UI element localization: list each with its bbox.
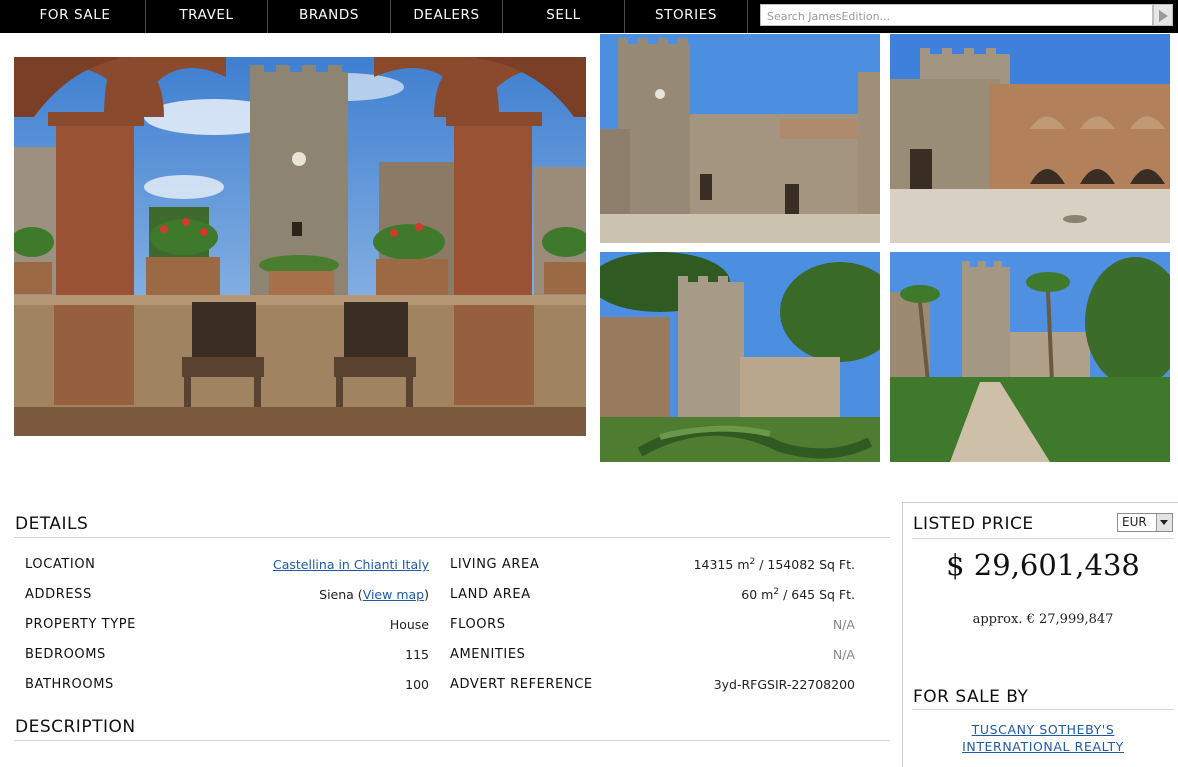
nav-for-sale[interactable]: FOR SALE [5, 0, 146, 33]
land-area-label: LAND AREA [450, 587, 531, 602]
photo-arcaded-courtyard[interactable] [890, 34, 1170, 243]
address-label: ADDRESS [25, 587, 92, 602]
search-input[interactable] [761, 6, 1158, 27]
floors-value: N/A [832, 617, 855, 632]
photo-palm-garden-path[interactable] [890, 252, 1170, 462]
property-type-value: House [389, 617, 429, 632]
address-value: Siena (View map) [319, 587, 429, 602]
currency-select[interactable]: EUR [1117, 513, 1173, 532]
top-navigation-bar: FOR SALE TRAVEL BRANDS DEALERS SELL STOR… [0, 0, 1178, 33]
seller-link-line2[interactable]: INTERNATIONAL REALTY [962, 739, 1124, 754]
living-area-label: LIVING AREA [450, 557, 540, 572]
for-sale-by-title: FOR SALE BY [913, 687, 1029, 707]
nav-travel[interactable]: TRAVEL [146, 0, 268, 33]
chevron-down-icon [1156, 514, 1172, 531]
location-label: LOCATION [25, 557, 96, 572]
play-arrow-icon [1159, 10, 1168, 22]
seller-link-line1[interactable]: TUSCANY SOTHEBY'S [972, 722, 1115, 737]
listed-price-title: LISTED PRICE [913, 514, 1034, 534]
description-divider [14, 740, 890, 741]
living-area-value: 14315 m2 / 154082 Sq Ft. [600, 557, 855, 572]
search-box [760, 4, 1158, 27]
advert-reference-label: ADVERT REFERENCE [450, 677, 593, 692]
description-title: DESCRIPTION [15, 717, 136, 737]
bedrooms-value: 115 [405, 647, 429, 662]
main-photo[interactable] [14, 57, 586, 436]
amenities-value: N/A [832, 647, 855, 662]
land-area-sqft: / 645 Sq Ft. [779, 587, 855, 603]
advert-reference-value: 3yd-RFGSIR-22708200 [713, 677, 855, 692]
nav-stories[interactable]: STORIES [625, 0, 748, 33]
price-approx: approx. € 27,999,847 [972, 612, 1114, 627]
nav-dealers[interactable]: DEALERS [391, 0, 503, 33]
bathrooms-label: BATHROOMS [25, 677, 114, 692]
living-area-number: 14315 m [693, 557, 750, 573]
seller-divider [912, 709, 1174, 710]
details-divider [14, 537, 890, 538]
seller-name: TUSCANY SOTHEBY'S INTERNATIONAL REALTY [912, 721, 1174, 755]
floors-label: FLOORS [450, 617, 506, 632]
price-amount: $ 29,601,438 [946, 548, 1140, 582]
photo-tower-garden[interactable] [600, 252, 880, 462]
photo-castle-tower-courtyard[interactable] [600, 34, 880, 243]
view-map-link[interactable]: View map [363, 587, 424, 602]
details-title: DETAILS [15, 514, 89, 534]
land-area-number: 60 m [741, 587, 774, 603]
address-city: Siena [319, 587, 354, 602]
nav-sell[interactable]: SELL [503, 0, 625, 33]
land-area-value: 60 m2 / 645 Sq Ft. [600, 587, 855, 602]
bathrooms-value: 100 [405, 677, 429, 692]
living-area-sqft: / 154082 Sq Ft. [755, 557, 855, 573]
property-type-label: PROPERTY TYPE [25, 617, 136, 632]
location-value: Castellina in Chianti Italy [200, 557, 429, 572]
price-divider [912, 538, 1174, 539]
amenities-label: AMENITIES [450, 647, 526, 662]
location-link[interactable]: Castellina in Chianti Italy [273, 557, 429, 572]
bedrooms-label: BEDROOMS [25, 647, 106, 662]
nav-brands[interactable]: BRANDS [268, 0, 391, 33]
currency-value: EUR [1122, 515, 1147, 529]
search-button[interactable] [1153, 4, 1173, 26]
